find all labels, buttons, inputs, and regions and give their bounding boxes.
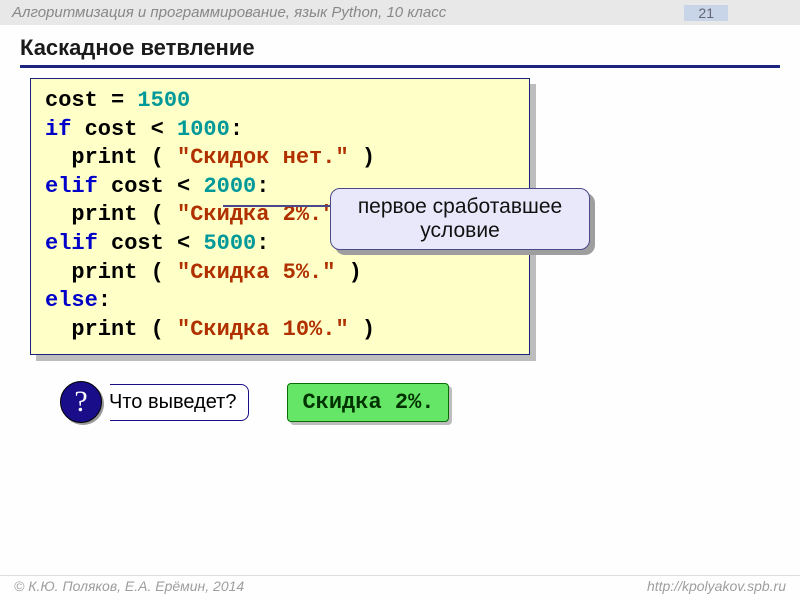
code-text: : xyxy=(230,117,243,142)
slide-header: Алгоритмизация и программирование, язык … xyxy=(0,0,800,25)
callout-connector xyxy=(223,205,333,207)
footer-authors: © К.Ю. Поляков, Е.А. Ерёмин, 2014 xyxy=(14,578,244,594)
code-text: cost < xyxy=(98,231,204,256)
code-keyword: if xyxy=(45,117,71,142)
code-text: cost = xyxy=(45,88,137,113)
question-row: ? Что выведет? Скидка 2%. xyxy=(60,381,800,423)
code-text: : xyxy=(256,231,269,256)
page-number: 21 xyxy=(684,5,728,21)
code-string: "Скидка 5%." xyxy=(177,260,335,285)
answer-box: Скидка 2%. xyxy=(287,383,449,422)
code-text: print ( xyxy=(45,317,177,342)
slide-title: Каскадное ветвление xyxy=(20,35,780,61)
code-text: : xyxy=(256,174,269,199)
callout: первое сработавшее условие xyxy=(330,188,590,250)
question-mark-icon: ? xyxy=(60,381,102,423)
code-text: print ( xyxy=(45,145,177,170)
code-string: "Скидок нет." xyxy=(177,145,349,170)
code-number: 5000 xyxy=(203,231,256,256)
code-text: ) xyxy=(335,260,361,285)
title-underline xyxy=(20,65,780,68)
code-text: cost < xyxy=(71,117,177,142)
code-keyword: elif xyxy=(45,231,98,256)
code-text: print ( xyxy=(45,202,177,227)
callout-box: первое сработавшее условие xyxy=(330,188,590,250)
callout-line2: условие xyxy=(345,219,575,243)
question-label: Что выведет? xyxy=(96,384,249,421)
code-keyword: else xyxy=(45,288,98,313)
code-number: 1000 xyxy=(177,117,230,142)
code-text: : xyxy=(98,288,111,313)
course-title: Алгоритмизация и программирование, язык … xyxy=(12,4,446,21)
code-text: cost < xyxy=(98,174,204,199)
code-string: "Скидка 10%." xyxy=(177,317,349,342)
slide-footer: © К.Ю. Поляков, Е.А. Ерёмин, 2014 http:/… xyxy=(0,575,800,600)
code-text: ) xyxy=(349,145,375,170)
code-keyword: elif xyxy=(45,174,98,199)
code-text: ) xyxy=(349,317,375,342)
callout-line1: первое сработавшее xyxy=(345,195,575,219)
code-text: print ( xyxy=(45,260,177,285)
footer-url: http://kpolyakov.spb.ru xyxy=(647,578,786,594)
code-number: 1500 xyxy=(137,88,190,113)
code-number: 2000 xyxy=(203,174,256,199)
